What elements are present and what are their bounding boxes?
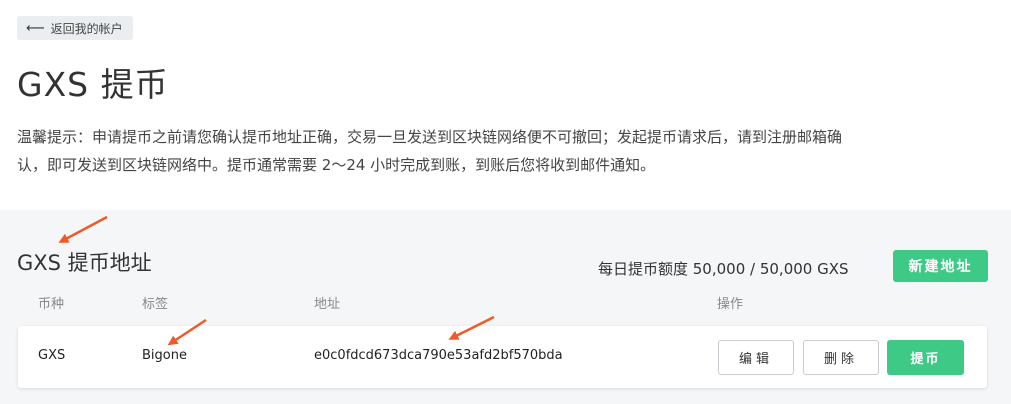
withdraw-button[interactable]: 提币 xyxy=(887,340,964,375)
edit-button[interactable]: 编辑 xyxy=(718,340,794,375)
page-title: GXS 提币 xyxy=(17,65,169,104)
column-header-label: 标签 xyxy=(142,297,169,312)
daily-quota: 每日提币额度 50,000 / 50,000 GXS xyxy=(598,260,849,278)
row-label: Bigone xyxy=(142,348,187,363)
delete-button[interactable]: 删除 xyxy=(803,340,879,375)
row-address: e0c0fdcd673dca790e53afd2bf570bda xyxy=(314,348,563,363)
notice-line-1: 温馨提示：申请提币之前请您确认提币地址正确，交易一旦发送到区块链网络便不可撤回；… xyxy=(17,128,843,146)
notice-line-2: 认，即可发送到区块链网络中。提币通常需要 2～24 小时完成到账，到账后您将收到… xyxy=(17,156,656,174)
notice-text: 温馨提示：申请提币之前请您确认提币地址正确，交易一旦发送到区块链网络便不可撤回；… xyxy=(17,123,992,179)
arrow-left-icon: ⟵ xyxy=(26,20,45,36)
column-header-currency: 币种 xyxy=(38,297,65,312)
column-header-actions: 操作 xyxy=(717,297,744,312)
back-button-label: 返回我的帐户 xyxy=(50,21,123,36)
new-address-button[interactable]: 新建地址 xyxy=(893,250,988,282)
page-header-area: ⟵ 返回我的帐户 GXS 提币 温馨提示：申请提币之前请您确认提币地址正确，交易… xyxy=(0,0,1011,210)
back-to-account-button[interactable]: ⟵ 返回我的帐户 xyxy=(17,16,133,40)
section-title: GXS 提币地址 xyxy=(17,251,152,275)
row-currency: GXS xyxy=(38,348,66,363)
column-header-address: 地址 xyxy=(314,297,341,312)
